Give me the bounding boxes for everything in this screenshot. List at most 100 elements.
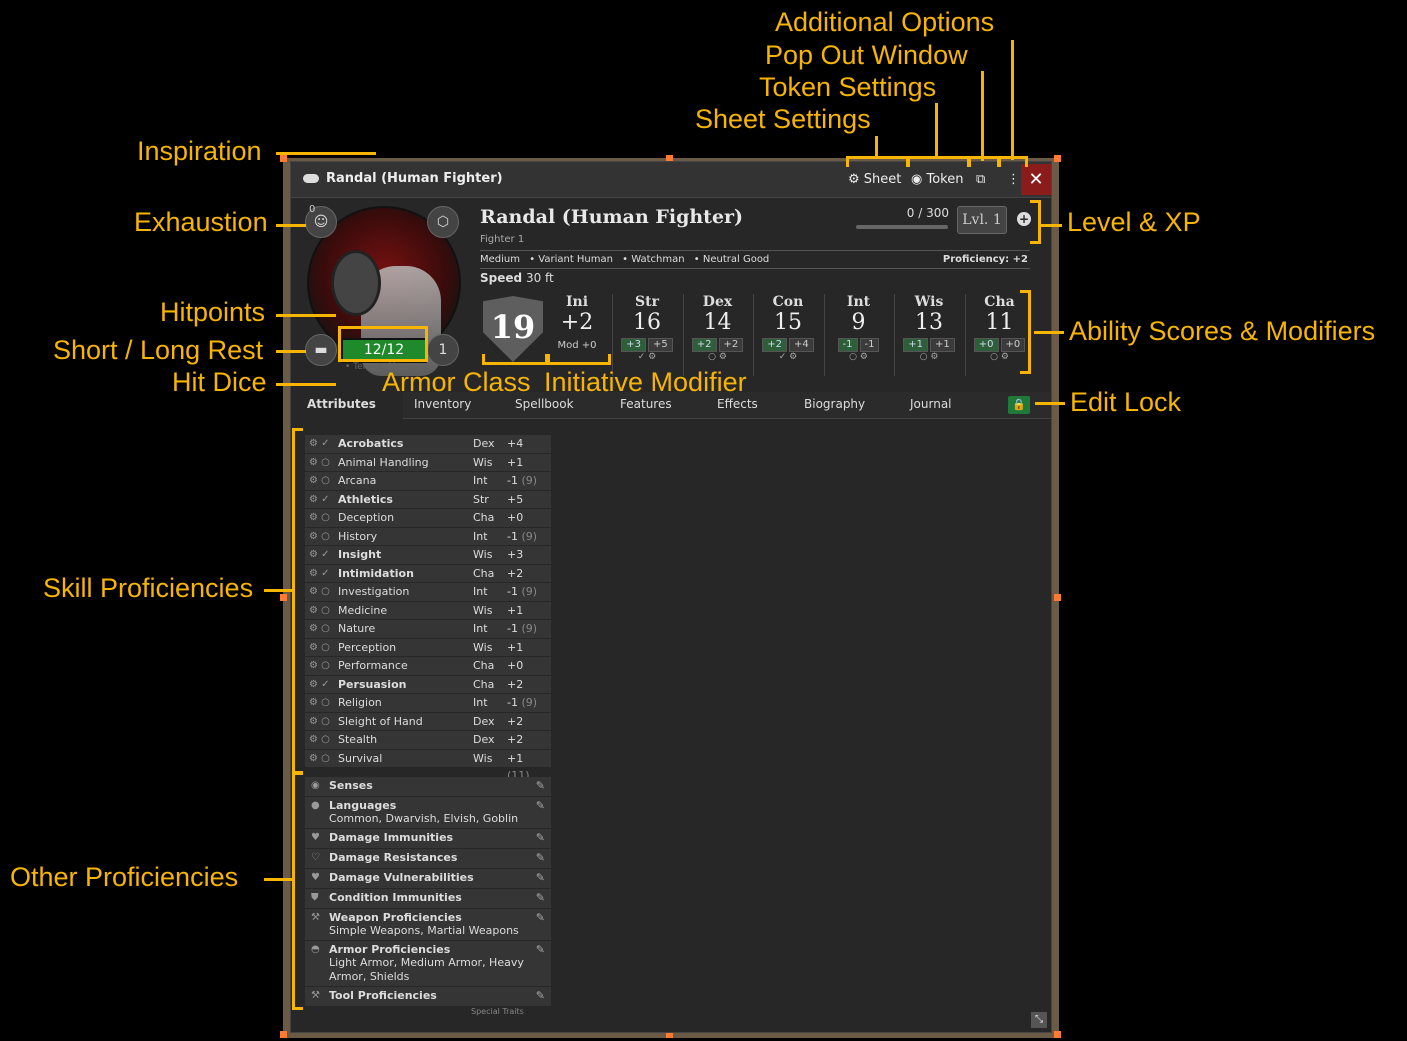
circle-icon[interactable]: ○ [849, 352, 857, 362]
token-settings-button[interactable]: ◉ Token [911, 169, 963, 191]
gear-icon[interactable]: ⚙ ○ [309, 602, 330, 619]
skill-row[interactable]: ⚙ ○ Investigation Int -1 (9) [305, 583, 551, 601]
selection-handle[interactable] [280, 1031, 287, 1038]
tab-biography[interactable]: Biography [804, 397, 865, 411]
proficiency-row[interactable]: ⛊ Condition Immunities ✎ [305, 889, 551, 908]
ability-modifier[interactable]: +1 [903, 338, 928, 352]
skill-name[interactable]: Medicine [338, 602, 387, 619]
gear-icon[interactable]: ⚙ ○ [309, 657, 330, 674]
gear-icon[interactable]: ⚙ ✓ [309, 546, 330, 563]
gear-icon[interactable]: ⚙ [860, 352, 868, 362]
skill-row[interactable]: ⚙ ✓ Acrobatics Dex +4 (14) [305, 435, 551, 467]
pencil-icon[interactable]: ✎ [536, 891, 545, 904]
skill-row[interactable]: ⚙ ○ Performance Cha +0 (10) [305, 657, 551, 689]
gear-icon[interactable]: ⚙ ○ [309, 639, 330, 656]
gear-icon[interactable]: ⚙ ○ [309, 509, 330, 526]
selection-handle[interactable] [1054, 155, 1061, 162]
ability-score[interactable]: 15 [758, 310, 818, 336]
skill-row[interactable]: ⚙ ○ Medicine Wis +1 (11) [305, 601, 551, 634]
pencil-icon[interactable]: ✎ [536, 799, 545, 812]
skill-row[interactable]: ⚙ ○ Deception Cha +0 (10) [305, 509, 551, 541]
ability-score[interactable]: 16 [617, 310, 677, 336]
proficiency-row[interactable]: ◓ Armor Proficiencies Light Armor, Mediu… [305, 941, 551, 986]
skill-name[interactable]: Perception [338, 639, 396, 656]
tab-journal[interactable]: Journal [910, 397, 952, 411]
pencil-icon[interactable]: ✎ [536, 943, 545, 956]
ability-wis[interactable]: Wis 13 +1 +1 ○ ⚙ [899, 294, 959, 362]
skill-name[interactable]: Acrobatics [338, 435, 403, 452]
skill-row[interactable]: ⚙ ○ Sleight of Hand Dex +2 (12) [305, 712, 551, 745]
pencil-icon[interactable]: ✎ [536, 989, 545, 1002]
skill-name[interactable]: Nature [338, 620, 375, 637]
ability-int[interactable]: Int 9 -1 -1 ○ ⚙ [829, 294, 889, 362]
edit-lock-button[interactable]: 🔒 [1008, 396, 1030, 414]
check-icon[interactable]: ✓ [779, 352, 787, 362]
gear-icon[interactable]: ⚙ ✓ [309, 435, 330, 452]
saving-throw[interactable]: -1 [859, 338, 880, 352]
skill-name[interactable]: Arcana [338, 472, 376, 489]
pencil-icon[interactable]: ✎ [536, 871, 545, 884]
close-button[interactable]: ✕ [1021, 164, 1051, 195]
skill-row[interactable]: ⚙ ✓ Athletics Str +5 (15) [305, 490, 551, 523]
pencil-icon[interactable]: ✎ [536, 779, 545, 792]
ability-modifier[interactable]: +0 [973, 338, 999, 352]
gear-icon[interactable]: ⚙ [1001, 352, 1009, 362]
gear-icon[interactable]: ⚙ [648, 352, 656, 362]
skill-row[interactable]: ⚙ ○ Survival Wis +1 (11) [305, 749, 551, 782]
gear-icon[interactable]: ⚙ ○ [309, 620, 330, 637]
skill-name[interactable]: Deception [338, 509, 394, 526]
ability-score[interactable]: 14 [688, 310, 748, 336]
gear-icon[interactable]: ⚙ [789, 352, 797, 362]
selection-handle[interactable] [280, 594, 287, 601]
saving-throw[interactable]: +4 [789, 338, 814, 352]
ability-modifier[interactable]: +3 [621, 338, 646, 352]
proficiency-row[interactable]: ◉ Senses ✎ [305, 777, 551, 796]
skill-name[interactable]: Survival [338, 750, 382, 767]
saving-throw[interactable]: +5 [648, 338, 673, 352]
saving-throw[interactable]: +2 [718, 338, 744, 352]
skill-row[interactable]: ⚙ ○ History Int -1 (9) [305, 527, 551, 545]
skill-row[interactable]: ⚙ ○ Religion Int -1 (9) [305, 694, 551, 712]
ability-con[interactable]: Con 15 +2 +4 ✓ ⚙ [758, 294, 818, 362]
hit-dice-button[interactable]: 1 [427, 334, 459, 366]
selection-handle[interactable] [666, 155, 673, 162]
level-badge[interactable]: Lvl. 1 [957, 206, 1007, 234]
gear-icon[interactable]: ⚙ ○ [309, 731, 330, 748]
gear-icon[interactable]: ⚙ ○ [309, 528, 330, 545]
ability-str[interactable]: Str 16 +3 +5 ✓ ⚙ [617, 294, 677, 362]
skill-row[interactable]: ⚙ ○ Stealth Dex +2 (12) [305, 731, 551, 763]
proficiency-row[interactable]: ● Languages Common, Dwarvish, Elvish, Go… [305, 797, 551, 828]
gear-icon[interactable]: ⚙ ○ [309, 583, 330, 600]
circle-icon[interactable]: ○ [990, 352, 998, 362]
pencil-icon[interactable]: ✎ [536, 911, 545, 924]
ability-score[interactable]: 9 [829, 310, 889, 336]
selection-handle[interactable] [666, 1031, 673, 1038]
skill-name[interactable]: Investigation [338, 583, 409, 600]
skill-name[interactable]: History [338, 528, 377, 545]
level-up-icon[interactable]: + [1017, 212, 1031, 226]
tab-spellbook[interactable]: Spellbook [515, 397, 574, 411]
more-options-button[interactable]: ⋮ [1007, 169, 1020, 191]
skill-name[interactable]: Insight [338, 546, 381, 563]
ability-modifier[interactable]: +2 [691, 338, 717, 352]
sheet-settings-button[interactable]: ⚙ Sheet [848, 169, 901, 191]
ability-modifier[interactable]: +2 [762, 338, 787, 352]
proficiency-row[interactable]: ⚒ Tool Proficiencies ✎ [305, 987, 551, 1006]
skill-name[interactable]: Performance [338, 657, 408, 674]
proficiency-row[interactable]: ♥ Damage Vulnerabilities ✎ [305, 869, 551, 888]
skill-name[interactable]: Persuasion [338, 676, 406, 693]
tab-effects[interactable]: Effects [717, 397, 758, 411]
proficiency-row[interactable]: ⚒ Weapon Proficiencies Simple Weapons, M… [305, 909, 551, 940]
gear-icon[interactable]: ⚙ ✓ [309, 676, 330, 693]
title-bar[interactable]: Randal (Human Fighter) ⚙ Sheet ◉ Token ⧉… [291, 162, 1051, 198]
pop-out-button[interactable]: ⧉ [976, 169, 985, 191]
gear-icon[interactable]: ⚙ ○ [309, 713, 330, 730]
check-icon[interactable]: ✓ [638, 352, 646, 362]
skill-name[interactable]: Intimidation [338, 565, 414, 582]
skill-row[interactable]: ⚙ ○ Nature Int -1 (9) [305, 620, 551, 638]
skill-name[interactable]: Stealth [338, 731, 377, 748]
skill-name[interactable]: Animal Handling [338, 454, 429, 471]
inspiration-button[interactable]: ⬡ [427, 206, 459, 238]
armor-class-shield[interactable]: 19 [483, 296, 543, 362]
tab-inventory[interactable]: Inventory [414, 397, 471, 411]
